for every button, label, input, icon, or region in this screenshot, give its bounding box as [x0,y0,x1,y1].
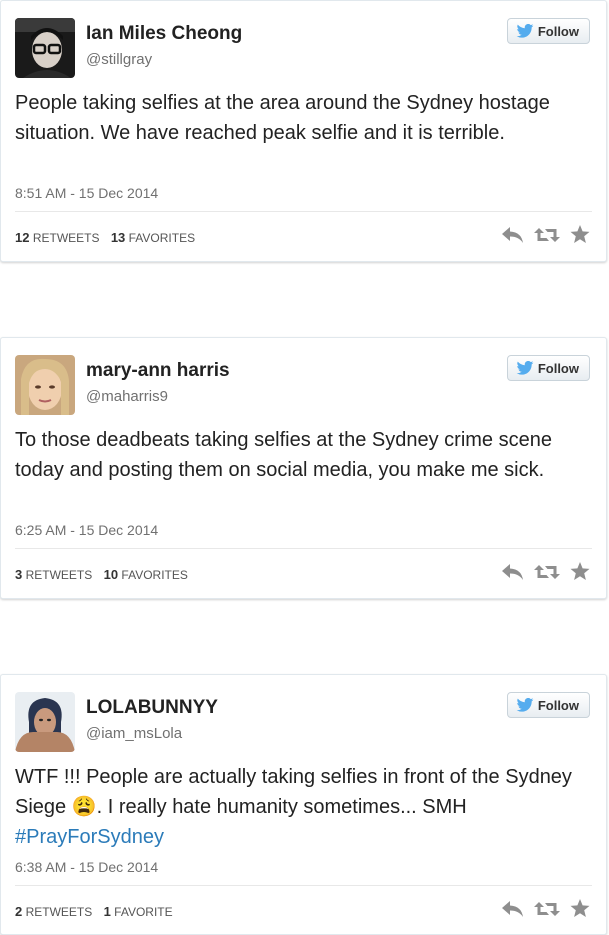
favorite-count[interactable]: 1 [104,904,111,919]
follow-label: Follow [537,697,579,713]
divider [15,548,592,549]
follow-label: Follow [537,360,579,376]
favorite-count[interactable]: 10 [104,567,118,582]
favorite-count[interactable]: 13 [111,230,125,245]
tweet-stats: 12 RETWEETS 13 FAVORITES [15,230,195,245]
tweet-actions [502,562,590,581]
tweet-stats: 3 RETWEETS 10 FAVORITES [15,567,188,582]
retweets-label[interactable]: RETWEETS [26,568,93,582]
favorite-star-icon[interactable] [570,899,590,918]
follow-label: Follow [537,23,579,39]
hashtag-link[interactable]: #PrayForSydney [15,826,164,848]
tweet-text-body: WTF !!! People are actually taking selfi… [15,766,572,818]
display-name[interactable]: LOLABUNNYY [86,697,218,719]
retweets-label[interactable]: RETWEETS [26,905,93,919]
twitter-bird-icon [516,361,534,375]
tweet-timestamp[interactable]: 8:51 AM - 15 Dec 2014 [15,185,158,201]
retweet-count[interactable]: 3 [15,567,22,582]
tweet-card: LOLABUNNYY @iam_msLola Follow WTF !!! Pe… [0,674,607,935]
tweet-card: mary-ann harris @maharris9 Follow To tho… [0,337,607,599]
reply-icon[interactable] [502,226,524,244]
tweet-actions [502,899,590,918]
favorite-star-icon[interactable] [570,225,590,244]
tweet-text: People taking selfies at the area around… [15,92,550,144]
tweet-text: WTF !!! People are actually taking selfi… [15,762,595,852]
avatar[interactable] [15,692,75,752]
tweet-timestamp[interactable]: 6:25 AM - 15 Dec 2014 [15,522,158,538]
display-name[interactable]: mary-ann harris [86,360,230,382]
reply-icon[interactable] [502,900,524,918]
user-handle[interactable]: @iam_msLola [86,725,182,742]
retweet-count[interactable]: 12 [15,230,29,245]
follow-button[interactable]: Follow [506,18,590,44]
retweet-icon[interactable] [534,900,560,918]
tweet-text: To those deadbeats taking selfies at the… [15,429,552,481]
favorites-label[interactable]: FAVORITES [129,231,195,245]
retweet-icon[interactable] [534,563,560,581]
follow-button[interactable]: Follow [506,692,590,718]
retweet-count[interactable]: 2 [15,904,22,919]
favorite-star-icon[interactable] [570,562,590,581]
retweet-icon[interactable] [534,226,560,244]
twitter-bird-icon [516,24,534,38]
retweets-label[interactable]: RETWEETS [33,231,100,245]
tweet-timestamp[interactable]: 6:38 AM - 15 Dec 2014 [15,859,158,875]
display-name[interactable]: Ian Miles Cheong [86,23,242,45]
avatar[interactable] [15,355,75,415]
twitter-bird-icon [516,698,534,712]
avatar[interactable] [15,18,75,78]
follow-button[interactable]: Follow [506,355,590,381]
divider [15,885,592,886]
user-handle[interactable]: @stillgray [86,51,152,68]
tweet-card: Ian Miles Cheong @stillgray Follow Peopl… [0,0,607,262]
favorites-label[interactable]: FAVORITE [114,905,172,919]
favorites-label[interactable]: FAVORITES [121,568,187,582]
divider [15,211,592,212]
reply-icon[interactable] [502,563,524,581]
user-handle[interactable]: @maharris9 [86,388,168,405]
tweet-actions [502,225,590,244]
tweet-stats: 2 RETWEETS 1 FAVORITE [15,904,173,919]
